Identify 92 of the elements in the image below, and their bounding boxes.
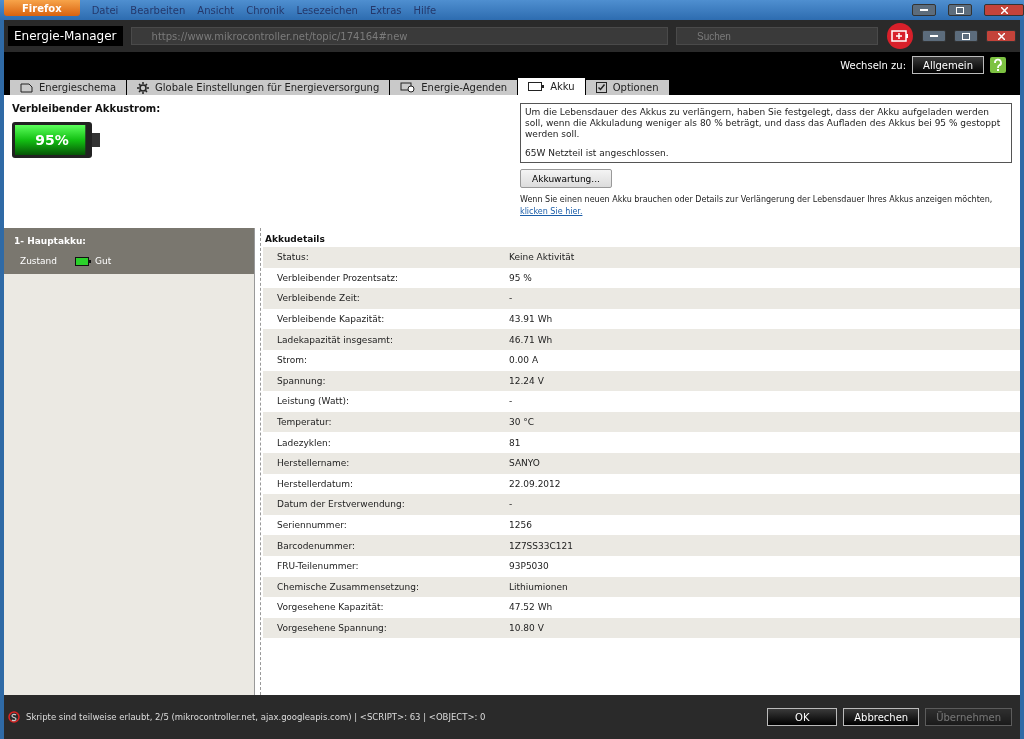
details-value: 93P5030: [509, 561, 549, 572]
url-field[interactable]: https://www.mikrocontroller.net/topic/174164#new: [130, 27, 668, 45]
details-label: Status:: [276, 252, 310, 263]
battery-icon: [75, 256, 92, 266]
details-label: Verbleibende Zeit:: [276, 293, 361, 304]
minimize-icon: [930, 34, 938, 38]
battery-list-item[interactable]: 1- Hauptakku: Zustand Gut: [4, 228, 254, 274]
details-value: -: [509, 396, 513, 407]
gear-icon: [137, 81, 150, 94]
general-button[interactable]: Allgemein: [912, 56, 984, 74]
details-value: 10.80 V: [509, 623, 544, 633]
menu-item[interactable]: Lesezeichen: [296, 4, 358, 16]
details-value: SANYO: [509, 458, 540, 469]
details-value: 1Z7SS33C121: [509, 540, 573, 551]
details-label: Datum der Erstverwendung:: [276, 499, 406, 510]
tab[interactable]: Optionen: [585, 80, 669, 95]
details-value: 46.71 Wh: [509, 334, 553, 345]
hint-text: Wenn Sie einen neuen Akku brauchen oder Details zur Verlängerung der Lebensdauer Ihres Akkus anzeigen möchten, klicken Sie hier.: [520, 194, 994, 218]
minimize-button[interactable]: [912, 4, 936, 16]
maximize-button[interactable]: [954, 30, 978, 42]
details-value: 0.00 A: [509, 355, 539, 366]
close-icon: [997, 32, 1005, 40]
menu-item[interactable]: Hilfe: [413, 4, 437, 16]
maximize-icon: [962, 32, 970, 40]
dialog-button[interactable]: OK: [767, 708, 838, 726]
details-label: Verbleibende Kapazität:: [276, 314, 386, 325]
details-label: Ladezyklen:: [276, 437, 332, 448]
details-value: 12.24 V: [509, 375, 544, 386]
maintenance-button[interactable]: Akkuwartung...: [520, 169, 612, 188]
battery-gauge: 95%: [12, 122, 102, 158]
details-label: Verbleibender Prozentsatz:: [276, 272, 399, 283]
details-value: 81: [509, 437, 521, 448]
tab[interactable]: Energieschema: [10, 80, 127, 95]
tab[interactable]: Globale Einstellungen für Energieversorgung: [127, 80, 390, 95]
remaining-label: Verbleibender Akkustrom:: [12, 103, 162, 114]
details-label: Herstellerdatum:: [276, 478, 355, 489]
battery-icon: [528, 82, 545, 91]
page-icon: [20, 82, 33, 93]
details-label: Vorgesehene Spannung:: [276, 623, 388, 633]
details-value: Keine Aktivität: [509, 252, 575, 263]
script-blocker-icon[interactable]: [8, 711, 20, 723]
close-button[interactable]: [984, 4, 1024, 16]
adapter-text: 65W Netzteil ist angeschlossen.: [525, 148, 670, 159]
battery-plus-icon: [886, 22, 914, 50]
details-value: -: [509, 293, 513, 304]
monitor-clock-icon: [400, 82, 416, 93]
minimize-icon: [920, 8, 928, 12]
tab[interactable]: Energie-Agenden: [390, 80, 518, 95]
help-icon[interactable]: [990, 57, 1006, 73]
details-value: 43.91 Wh: [509, 314, 553, 325]
details-label: Temperatur:: [276, 417, 333, 428]
details-label: Seriennummer:: [276, 520, 348, 530]
details-title: Akkudetails: [265, 234, 326, 244]
details-value: Lithiumionen: [509, 581, 568, 592]
switch-label: Wechseln zu:: [840, 59, 907, 71]
status-text: Skripte sind teilweise erlaubt, 2/5 (mikrocontroller.net, ajax.googleapis.com) | <SCRIPT>: 63 | <OBJECT>: 0: [26, 712, 486, 722]
condition-value: Gut: [95, 256, 112, 266]
details-label: Spannung:: [276, 375, 327, 386]
details-value: -: [509, 499, 513, 510]
search-field[interactable]: Suchen: [676, 27, 878, 45]
menu-item[interactable]: Chronik: [246, 4, 285, 16]
details-label: Herstellername:: [276, 458, 351, 469]
maximize-icon: [956, 6, 964, 14]
details-label: Leistung (Watt):: [276, 396, 351, 407]
charge-info-text: Um die Lebensdauer des Akkus zu verlängern, haben Sie festgelegt, dass der Akku aufgeladen werden soll, wenn die Akkuladung weniger als 80 % beträgt, und dass das Aufladen des Akkus bei 95 % gestoppt werden soll.: [525, 107, 1002, 140]
menu-item[interactable]: Bearbeiten: [130, 4, 186, 16]
details-value: 30 °C: [509, 417, 535, 428]
details-label: Barcodenummer:: [276, 540, 356, 551]
details-value: 47.52 Wh: [509, 602, 553, 613]
hint-link[interactable]: klicken Sie hier.: [520, 207, 583, 216]
minimize-button[interactable]: [922, 30, 946, 42]
close-icon: [1000, 6, 1008, 14]
battery-title: 1- Hauptakku:: [14, 236, 87, 246]
details-value: 1256: [509, 520, 532, 530]
details-label: FRU-Teilenummer:: [276, 561, 360, 572]
close-button[interactable]: [986, 30, 1016, 42]
tab[interactable]: Akku: [518, 78, 585, 95]
window-title: Energie-Manager: [8, 26, 123, 46]
details-label: Strom:: [276, 355, 309, 366]
menu-item[interactable]: Ansicht: [197, 4, 235, 16]
maximize-button[interactable]: [948, 4, 972, 16]
details-label: Chemische Zusammensetzung:: [276, 581, 420, 592]
details-label: Vorgesehene Kapazität:: [276, 602, 385, 613]
condition-label: Zustand: [20, 256, 58, 266]
menu-item[interactable]: Extras: [369, 4, 402, 16]
menu-item[interactable]: Datei: [91, 4, 119, 16]
details-label: Ladekapazität insgesamt:: [276, 334, 394, 345]
firefox-menu-button[interactable]: Firefox: [4, 0, 80, 16]
details-value: 22.09.2012: [509, 478, 561, 489]
details-value: 95 %: [509, 272, 532, 283]
checkbox-icon: [595, 82, 607, 93]
dialog-button[interactable]: Abbrechen: [843, 708, 920, 726]
